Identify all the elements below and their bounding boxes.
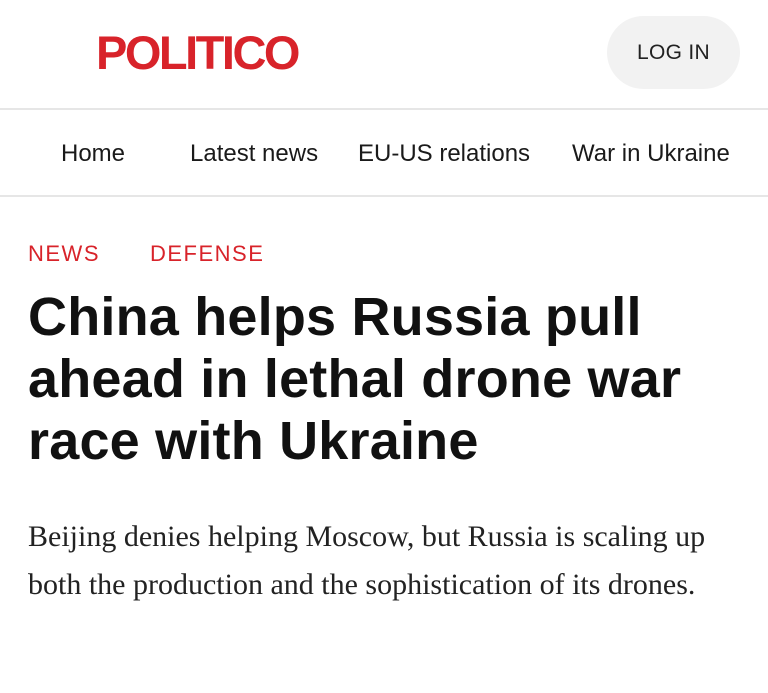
nav-item-eu-us-relations[interactable]: EU-US relations [358,140,530,168]
nav-item-home[interactable]: Home [61,140,125,168]
article-dek: Beijing denies helping Moscow, but Russi… [28,520,706,601]
nav-item-war-in-ukraine[interactable]: War in Ukraine [572,140,730,168]
tag-news[interactable]: NEWS [28,241,100,267]
nav-item-latest-news[interactable]: Latest news [190,140,318,168]
primary-nav: Home Latest news EU-US relations War in … [0,110,768,197]
article-headline: China helps Russia pull ahead in lethal … [28,287,682,471]
masthead: POLITICO LOG IN [0,0,768,110]
login-button[interactable]: LOG IN [607,16,740,89]
tag-defense[interactable]: DEFENSE [150,241,264,267]
politico-logo[interactable]: POLITICO [96,27,300,79]
